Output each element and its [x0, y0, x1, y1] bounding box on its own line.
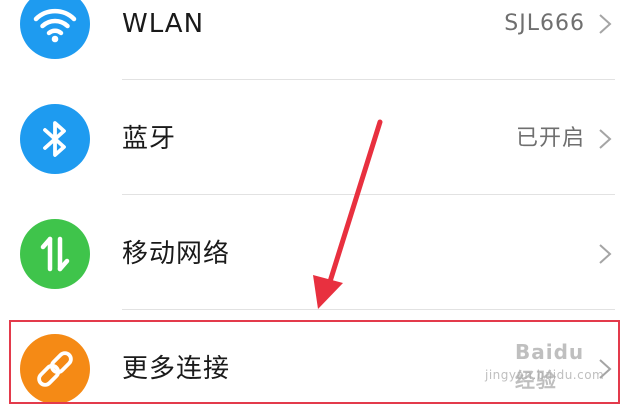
chevron-right-icon [599, 14, 612, 34]
divider [122, 79, 615, 80]
settings-item-value: 已开启 [515, 126, 585, 151]
settings-item-mobile-network[interactable]: 移动网络 [0, 196, 630, 310]
settings-item-bluetooth[interactable]: 蓝牙 已开启 [0, 81, 630, 195]
settings-item-label: WLAN [122, 9, 205, 39]
settings-item-more-connections[interactable]: 更多连接 [0, 311, 630, 412]
divider [122, 309, 615, 310]
bluetooth-icon [20, 104, 90, 174]
settings-item-label: 更多连接 [122, 354, 231, 384]
settings-item-label: 蓝牙 [122, 124, 177, 154]
settings-screen: WLAN SJL666 蓝牙 已开启 移动网络 更多连接 Baidu经验 jin… [0, 0, 630, 412]
chevron-right-icon [599, 244, 612, 264]
chevron-right-icon [599, 129, 612, 149]
chevron-right-icon [599, 359, 612, 379]
link-icon [20, 334, 90, 404]
divider [122, 194, 615, 195]
mobile-data-icon [20, 219, 90, 289]
wifi-icon [20, 0, 90, 59]
settings-item-wlan[interactable]: WLAN SJL666 [0, 0, 630, 80]
settings-item-value: SJL666 [504, 11, 585, 36]
settings-item-label: 移动网络 [122, 239, 231, 269]
